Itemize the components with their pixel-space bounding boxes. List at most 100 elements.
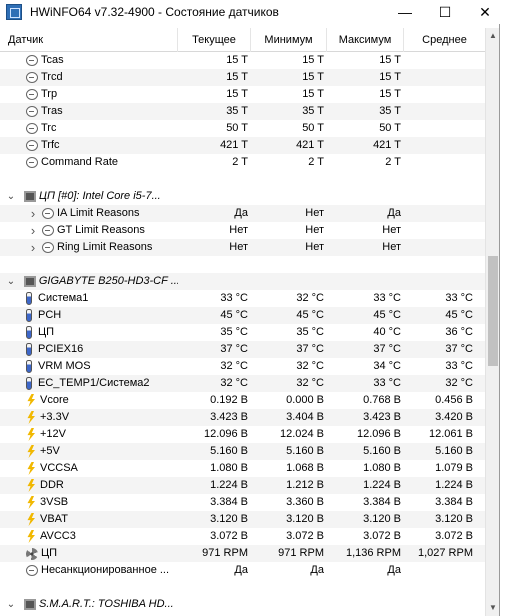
scroll-down-icon[interactable]: ▼ — [486, 600, 500, 616]
sensor-name-cell: Tras — [0, 103, 178, 120]
current-value: 12.096 В — [203, 428, 248, 440]
sensor-name-cell: ЦП — [0, 324, 178, 341]
expand-arrow-icon[interactable]: › — [28, 205, 38, 222]
group-row[interactable]: ⌄ S.M.A.R.T.: TOSHIBA HD... — [0, 596, 485, 613]
sensor-row[interactable]: Несанкционированное ... Да Да Да — [0, 562, 485, 579]
expand-arrow-icon[interactable]: › — [28, 239, 38, 256]
maximum-value: 45 °C — [373, 309, 401, 321]
sensor-row[interactable]: ЦП 971 RPM 971 RPM 1,136 RPM 1,027 RPM — [0, 545, 485, 562]
sensor-row[interactable]: Vcore 0.192 В 0.000 В 0.768 В 0.456 В — [0, 392, 485, 409]
scrollbar-thumb[interactable] — [488, 256, 498, 366]
sensor-row[interactable]: Tras 35 T 35 T 35 T — [0, 103, 485, 120]
sensor-row[interactable]: Tcas 15 T 15 T 15 T — [0, 52, 485, 69]
column-header-minimum[interactable]: Минимум — [251, 28, 327, 52]
minimum-value: Нет — [305, 224, 324, 236]
column-header-current[interactable]: Текущее — [178, 28, 251, 52]
sensor-row[interactable]: VRM MOS 32 °C 32 °C 34 °C 33 °C — [0, 358, 485, 375]
sensor-row[interactable]: 3VSB 3.384 В 3.360 В 3.384 В 3.384 В — [0, 494, 485, 511]
average-value: 45 °C — [445, 309, 473, 321]
average-value: 3.420 В — [435, 411, 473, 423]
chip-icon — [24, 599, 36, 610]
sensor-row[interactable]: +12V 12.096 В 12.024 В 12.096 В 12.061 В — [0, 426, 485, 443]
sensor-name-cell: Command Rate — [0, 154, 178, 171]
maximum-value: 1.224 В — [363, 479, 401, 491]
maximum-value: 15 T — [379, 88, 401, 100]
window-title: HWiNFO64 v7.32-4900 - Состояние датчиков — [30, 5, 279, 19]
sensor-label: Tras — [41, 105, 63, 117]
vertical-scrollbar[interactable]: ▲ ▼ — [485, 28, 499, 616]
expand-arrow-icon[interactable]: › — [28, 222, 38, 239]
sensor-row[interactable]: +3.3V 3.423 В 3.404 В 3.423 В 3.420 В — [0, 409, 485, 426]
current-value: 50 T — [226, 122, 248, 134]
fan-icon — [26, 547, 38, 560]
sensor-row[interactable]: Trcd 15 T 15 T 15 T — [0, 69, 485, 86]
current-value: 35 T — [226, 105, 248, 117]
sensor-row[interactable]: DDR 1.224 В 1.212 В 1.224 В 1.224 В — [0, 477, 485, 494]
sensor-row[interactable]: Command Rate 2 T 2 T 2 T — [0, 154, 485, 171]
current-value: 421 T — [220, 139, 248, 151]
sensor-name-cell: DDR — [0, 477, 178, 494]
sensor-row[interactable]: Trfc 421 T 421 T 421 T — [0, 137, 485, 154]
thermometer-icon — [26, 309, 32, 322]
current-value: 45 °C — [220, 309, 248, 321]
average-value — [404, 52, 485, 69]
close-button[interactable]: ✕ — [465, 0, 505, 24]
group-row[interactable]: ⌄ GIGABYTE B250-HD3-CF ... — [0, 273, 485, 290]
current-value: 3.072 В — [210, 530, 248, 542]
sensor-label: GT Limit Reasons — [57, 224, 145, 236]
chip-icon — [23, 276, 36, 287]
average-value — [404, 137, 485, 154]
current-value: Нет — [229, 224, 248, 236]
collapse-chevron-icon[interactable]: ⌄ — [6, 188, 16, 205]
average-value: 32 °C — [445, 377, 473, 389]
sensor-row[interactable]: Система1 33 °C 32 °C 33 °C 33 °C — [0, 290, 485, 307]
sensor-name-cell: Trp — [0, 86, 178, 103]
scroll-up-icon[interactable]: ▲ — [486, 28, 500, 44]
sensor-row[interactable]: PCH 45 °C 45 °C 45 °C 45 °C — [0, 307, 485, 324]
current-value: 0.192 В — [210, 394, 248, 406]
group-row[interactable]: ⌄ ЦП [#0]: Intel Core i5-7... — [0, 188, 485, 205]
lightning-icon — [27, 496, 35, 509]
collapse-chevron-icon[interactable]: ⌄ — [6, 273, 16, 290]
current-value: 3.423 В — [210, 411, 248, 423]
sensor-row[interactable]: PCIEX16 37 °C 37 °C 37 °C 37 °C — [0, 341, 485, 358]
maximum-value: Да — [387, 564, 401, 576]
thermometer-icon — [26, 377, 32, 390]
sensor-row[interactable]: › Ring Limit Reasons Нет Нет Нет — [0, 239, 485, 256]
sensor-row[interactable]: Trc 50 T 50 T 50 T — [0, 120, 485, 137]
clock-icon — [26, 565, 38, 576]
lightning-icon — [27, 411, 35, 424]
collapse-chevron-icon[interactable]: ⌄ — [6, 596, 16, 613]
sensor-row[interactable]: VBAT 3.120 В 3.120 В 3.120 В 3.120 В — [0, 511, 485, 528]
maximum-value: Нет — [382, 224, 401, 236]
minimum-value: 5.160 В — [286, 445, 324, 457]
column-header-sensor[interactable]: Датчик — [0, 28, 178, 52]
thermometer-icon — [26, 326, 32, 339]
lightning-icon — [27, 445, 35, 458]
sensor-row[interactable]: VCCSA 1.080 В 1.068 В 1.080 В 1.079 В — [0, 460, 485, 477]
minimum-value: 3.072 В — [286, 530, 324, 542]
sensor-row[interactable]: ЦП 35 °C 35 °C 40 °C 36 °C — [0, 324, 485, 341]
sensor-name-cell: ⌄ GIGABYTE B250-HD3-CF ... — [0, 273, 178, 290]
sensor-row[interactable]: › IA Limit Reasons Да Нет Да — [0, 205, 485, 222]
sensor-row[interactable]: AVCC3 3.072 В 3.072 В 3.072 В 3.072 В — [0, 528, 485, 545]
column-header-maximum[interactable]: Максимум — [327, 28, 404, 52]
minimum-value: 15 T — [302, 88, 324, 100]
sensor-row[interactable]: Trp 15 T 15 T 15 T — [0, 86, 485, 103]
average-value: 0.456 В — [435, 394, 473, 406]
clock-icon — [42, 225, 54, 236]
column-header-average[interactable]: Среднее — [404, 28, 485, 52]
sensor-row[interactable]: EC_TEMP1/Система2 32 °C 32 °C 33 °C 32 °C — [0, 375, 485, 392]
sensor-name-cell: AVCC3 — [0, 528, 178, 545]
sensor-row[interactable]: +5V 5.160 В 5.160 В 5.160 В 5.160 В — [0, 443, 485, 460]
minimum-value: 50 T — [302, 122, 324, 134]
minimum-value: 3.404 В — [286, 411, 324, 423]
minimum-value: 971 RPM — [278, 547, 324, 559]
column-header: Датчик Текущее Минимум Максимум Среднее — [0, 28, 485, 52]
minimize-button[interactable]: — — [385, 0, 425, 24]
sensor-label: IA Limit Reasons — [57, 207, 140, 219]
minimum-value: 0.000 В — [286, 394, 324, 406]
sensor-label: EC_TEMP1/Система2 — [38, 377, 150, 389]
maximize-button[interactable]: ☐ — [425, 0, 465, 24]
sensor-row[interactable]: › GT Limit Reasons Нет Нет Нет — [0, 222, 485, 239]
